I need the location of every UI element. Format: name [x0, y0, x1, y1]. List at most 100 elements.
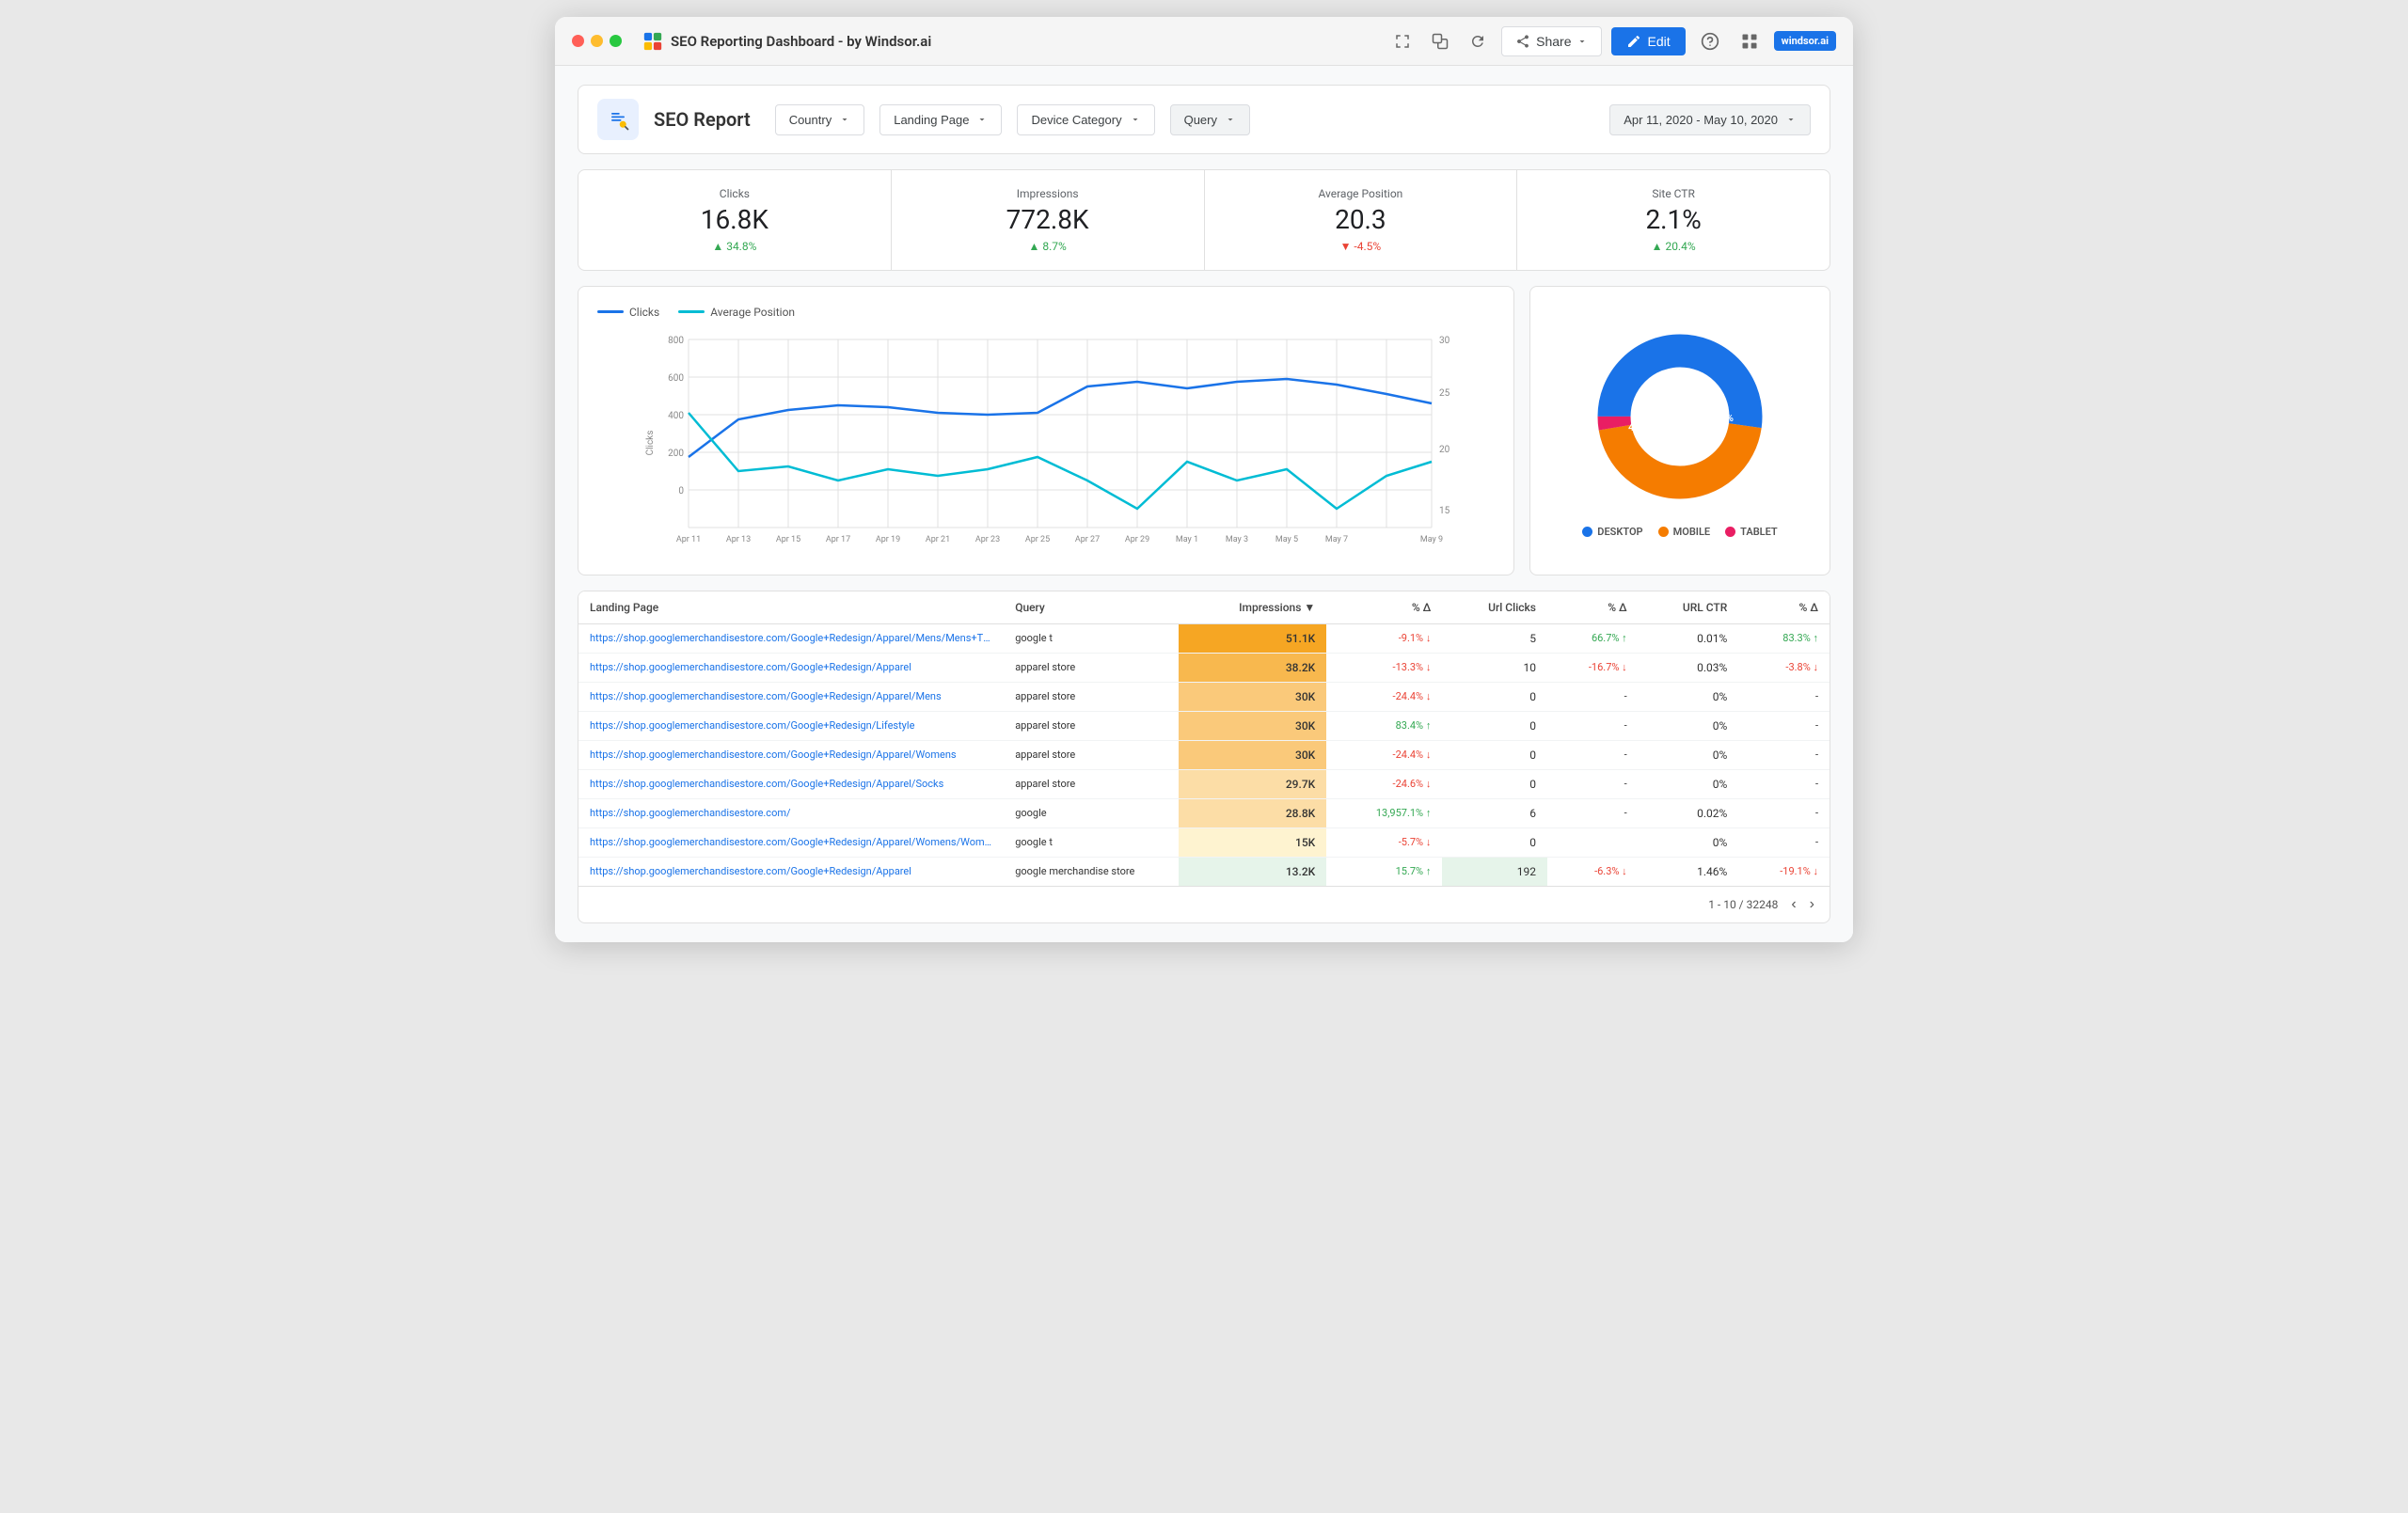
cell-query: apparel store [1004, 740, 1179, 769]
fullscreen-icon-btn[interactable] [1388, 27, 1417, 55]
cell-url-ctr: 0.03% [1639, 653, 1739, 682]
col-pct-delta-ctr: % Δ [1738, 591, 1830, 624]
filter-query[interactable]: Query [1170, 104, 1250, 135]
date-range-picker[interactable]: Apr 11, 2020 - May 10, 2020 [1609, 104, 1811, 135]
col-impressions[interactable]: Impressions ▼ [1179, 591, 1326, 624]
cell-pct-delta-ctr: - [1738, 682, 1830, 711]
help-icon [1701, 32, 1719, 51]
data-table: Landing Page Query Impressions ▼ % Δ Url [578, 591, 1830, 886]
cell-impressions: 30K [1179, 740, 1326, 769]
table-row: https://shop.googlemerchandisestore.com/… [578, 798, 1830, 827]
cell-query: apparel store [1004, 711, 1179, 740]
close-btn[interactable] [572, 35, 584, 47]
cell-url-clicks: 0 [1442, 711, 1547, 740]
prev-page-btn[interactable]: ‹ [1791, 896, 1796, 913]
svg-text:20: 20 [1439, 445, 1450, 455]
metric-avg-position: Average Position 20.3 ▼ -4.5% [1205, 170, 1517, 270]
cell-url-ctr: 0.02% [1639, 798, 1739, 827]
cell-url-clicks: 0 [1442, 682, 1547, 711]
seo-icon [605, 106, 631, 133]
svg-text:May 5: May 5 [1275, 535, 1298, 544]
table-header: Landing Page Query Impressions ▼ % Δ Url [578, 591, 1830, 624]
edit-label: Edit [1647, 34, 1670, 49]
app-window: SEO Reporting Dashboard - by Windsor.ai … [555, 17, 1853, 942]
fullscreen-btn[interactable] [610, 35, 622, 47]
svg-text:Clicks: Clicks [645, 430, 656, 455]
cell-pct-delta-clicks: -6.3% ↓ [1547, 857, 1639, 886]
svg-text:15: 15 [1439, 506, 1450, 516]
copy-icon-btn[interactable] [1426, 27, 1454, 55]
fullscreen-icon [1394, 33, 1411, 50]
metric-site-ctr-value: 2.1% [1645, 204, 1701, 236]
donut-chart-card: 52.2% 45.1% DESKTOP MOBILE TA [1529, 286, 1830, 575]
chevron-down-country [839, 114, 850, 125]
cell-impressions: 30K [1179, 711, 1326, 740]
grid-icon-btn[interactable] [1735, 26, 1765, 56]
svg-text:800: 800 [668, 336, 684, 346]
legend-desktop-label: DESKTOP [1597, 526, 1642, 538]
svg-text:Apr 23: Apr 23 [975, 535, 1000, 544]
help-icon-btn[interactable] [1695, 26, 1725, 56]
chart-legend: Clicks Average Position [597, 306, 1495, 319]
metric-site-ctr-label: Site CTR [1652, 187, 1695, 200]
cell-pct-delta-clicks: 66.7% ↑ [1547, 623, 1639, 653]
cell-url-clicks: 0 [1442, 740, 1547, 769]
legend-mobile: MOBILE [1658, 526, 1711, 538]
cell-url-ctr: 0% [1639, 740, 1739, 769]
traffic-lights [572, 35, 622, 47]
dot-desktop [1582, 527, 1592, 537]
metric-avg-position-change: ▼ -4.5% [1340, 240, 1382, 253]
next-page-btn[interactable]: › [1810, 896, 1814, 913]
report-title: SEO Report [654, 108, 751, 131]
cell-pct-delta-imp: 15.7% ↑ [1326, 857, 1442, 886]
filter-country[interactable]: Country [775, 104, 865, 135]
dashboard: SEO Report Country Landing Page Device C… [555, 66, 1853, 942]
cell-pct-delta-clicks: -16.7% ↓ [1547, 653, 1639, 682]
cell-impressions: 38.2K [1179, 653, 1326, 682]
refresh-icon-btn[interactable] [1464, 27, 1492, 55]
cell-query: google merchandise store [1004, 857, 1179, 886]
cell-landing-page: https://shop.googlemerchandisestore.com/ [578, 798, 1004, 827]
legend-clicks: Clicks [597, 306, 659, 319]
cell-pct-delta-ctr: - [1738, 827, 1830, 857]
col-url-ctr: URL CTR [1639, 591, 1739, 624]
donut-legend: DESKTOP MOBILE TABLET [1582, 526, 1777, 538]
svg-text:Apr 15: Apr 15 [776, 535, 800, 544]
cell-pct-delta-imp: -24.4% ↓ [1326, 740, 1442, 769]
metric-impressions-label: Impressions [1017, 187, 1079, 200]
refresh-icon [1469, 33, 1486, 50]
col-landing-page: Landing Page [578, 591, 1004, 624]
cell-impressions: 29.7K [1179, 769, 1326, 798]
metric-clicks: Clicks 16.8K ▲ 34.8% [578, 170, 891, 270]
table-row: https://shop.googlemerchandisestore.com/… [578, 711, 1830, 740]
metric-site-ctr: Site CTR 2.1% ▲ 20.4% [1517, 170, 1830, 270]
cell-landing-page: https://shop.googlemerchandisestore.com/… [578, 682, 1004, 711]
metric-impressions: Impressions 772.8K ▲ 8.7% [892, 170, 1204, 270]
chart-svg: 800 600 400 200 0 Clicks 30 25 20 15 [597, 330, 1495, 556]
filter-landing-page[interactable]: Landing Page [879, 104, 1002, 135]
cell-landing-page: https://shop.googlemerchandisestore.com/… [578, 740, 1004, 769]
cell-query: apparel store [1004, 682, 1179, 711]
svg-text:0: 0 [678, 486, 684, 496]
cell-pct-delta-ctr: -19.1% ↓ [1738, 857, 1830, 886]
svg-text:May 7: May 7 [1325, 535, 1348, 544]
cell-url-ctr: 0% [1639, 827, 1739, 857]
legend-avg-position: Average Position [678, 306, 795, 319]
col-pct-delta-clicks: % Δ [1547, 591, 1639, 624]
cell-query: apparel store [1004, 653, 1179, 682]
svg-text:Apr 19: Apr 19 [876, 535, 900, 544]
legend-tablet-label: TABLET [1740, 526, 1778, 538]
edit-button[interactable]: Edit [1611, 27, 1685, 55]
minimize-btn[interactable] [591, 35, 603, 47]
table-body: https://shop.googlemerchandisestore.com/… [578, 623, 1830, 886]
svg-text:Apr 13: Apr 13 [726, 535, 751, 544]
app-logo: SEO Reporting Dashboard - by Windsor.ai [642, 31, 931, 52]
chevron-down-date [1785, 114, 1797, 125]
data-table-card: Landing Page Query Impressions ▼ % Δ Url [578, 591, 1830, 923]
header-row: SEO Report Country Landing Page Device C… [578, 85, 1830, 154]
report-icon [597, 99, 639, 140]
filter-device-category[interactable]: Device Category [1017, 104, 1154, 135]
cell-url-clicks: 6 [1442, 798, 1547, 827]
cell-pct-delta-clicks: - [1547, 769, 1639, 798]
share-button[interactable]: Share [1501, 26, 1602, 56]
